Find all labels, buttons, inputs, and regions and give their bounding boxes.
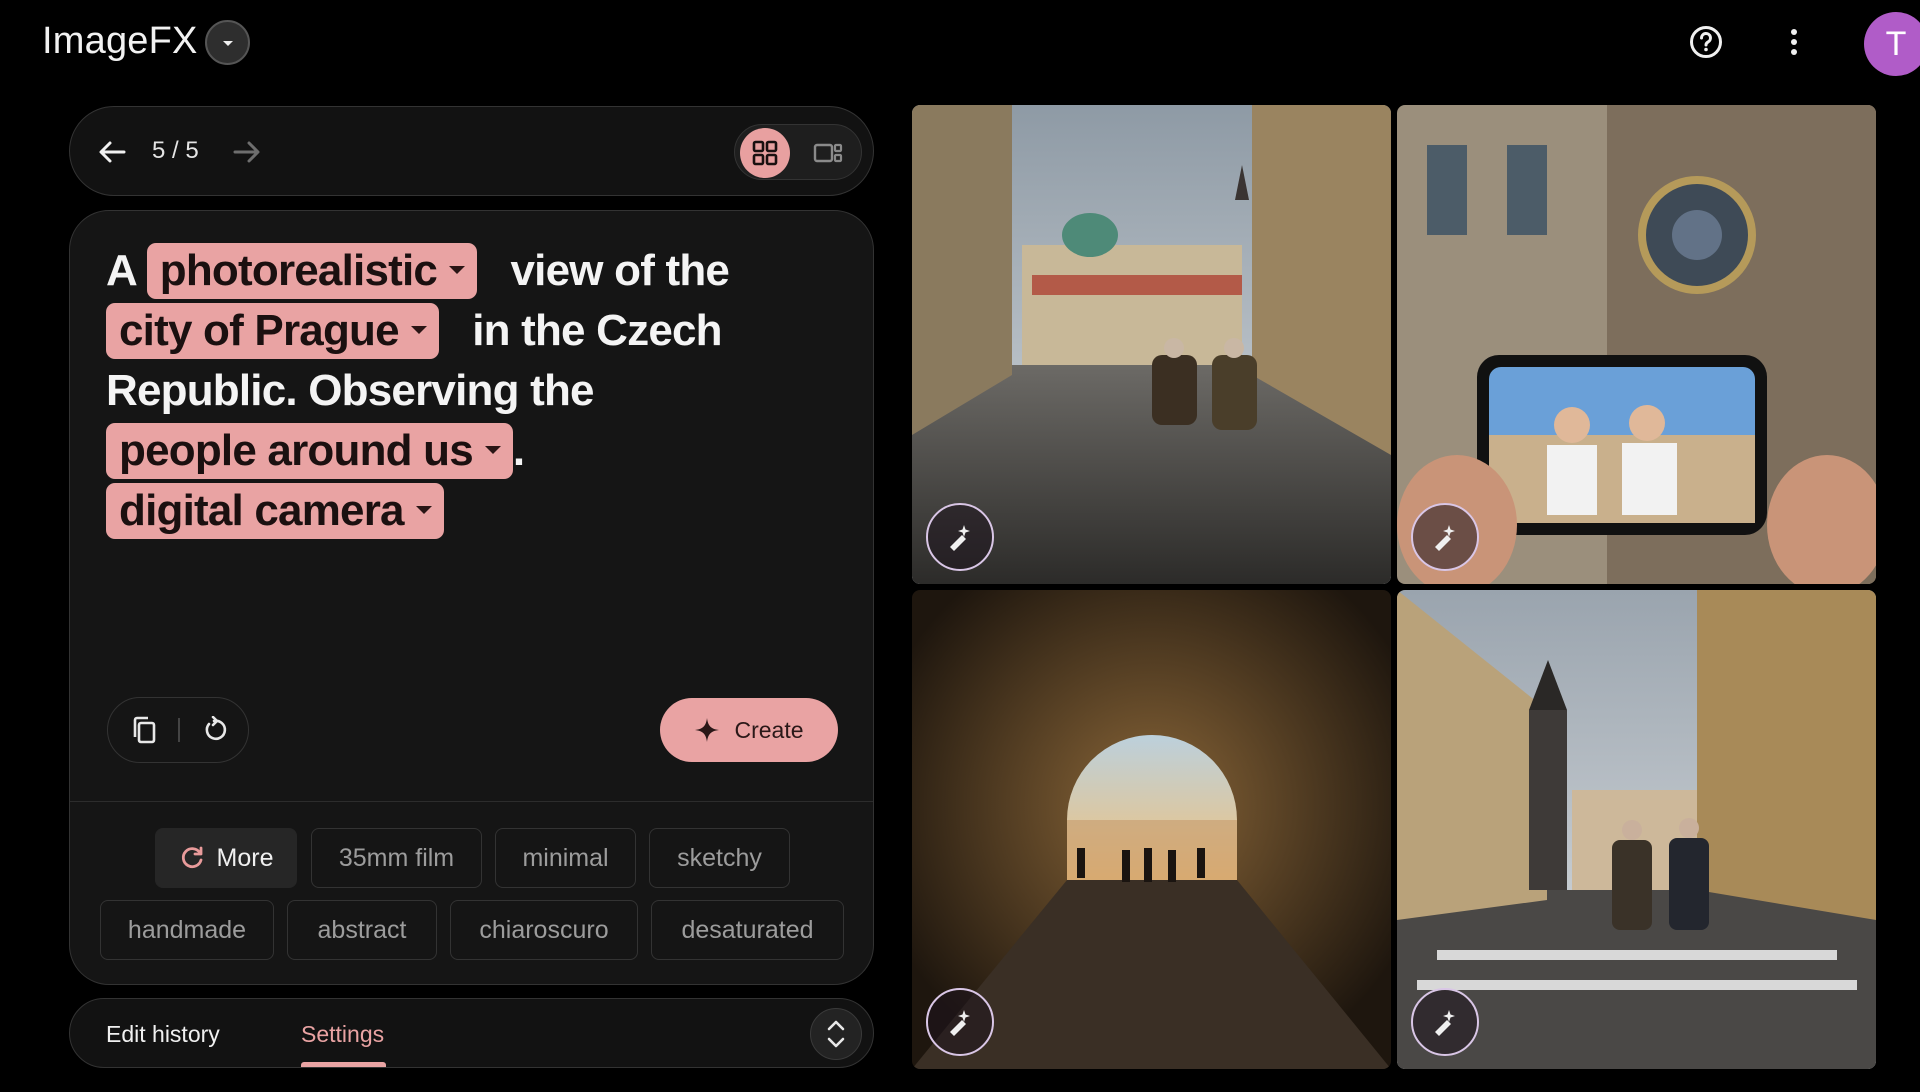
- reset-icon: [205, 716, 227, 741]
- expand-panel-button[interactable]: [810, 1008, 862, 1060]
- divider: [178, 718, 180, 742]
- prompt-card: A photorealistic view of the city of Pra…: [69, 210, 874, 985]
- next-button[interactable]: [225, 130, 269, 174]
- sparkle-icon: [695, 718, 720, 742]
- generated-image-2[interactable]: [1397, 105, 1876, 584]
- prompt-fragment: .: [512, 426, 525, 475]
- create-label: Create: [734, 716, 804, 743]
- unfold-icon: [827, 1020, 845, 1048]
- chevron-down-icon: [449, 266, 466, 275]
- more-label: More: [216, 843, 274, 872]
- prompt-chip-style[interactable]: photorealistic: [146, 243, 478, 299]
- chip-label: people around us: [119, 426, 474, 475]
- chip-label: photorealistic: [159, 246, 438, 295]
- magic-edit-icon: [1435, 525, 1455, 551]
- avatar[interactable]: T: [1864, 12, 1920, 76]
- magic-edit-icon: [1435, 1010, 1455, 1036]
- previous-button[interactable]: [90, 130, 134, 174]
- chevron-down-icon: [415, 506, 432, 515]
- grid-icon: [752, 140, 778, 166]
- prompt-fragment: A: [106, 246, 136, 295]
- generated-image-3[interactable]: [912, 590, 1391, 1069]
- suggestion-chip[interactable]: minimal: [495, 828, 636, 888]
- bottom-tabs: Edit history Settings: [69, 998, 874, 1068]
- generated-image-1[interactable]: [912, 105, 1391, 584]
- chip-label: digital camera: [119, 486, 405, 535]
- arrow-left-icon: [99, 141, 126, 163]
- more-options-button[interactable]: [1774, 22, 1814, 62]
- prompt-chip-camera[interactable]: digital camera: [106, 483, 444, 539]
- suggestions: More 35mm film minimal sketchy handmade …: [70, 801, 873, 984]
- edit-image-button[interactable]: [1411, 988, 1479, 1056]
- help-button[interactable]: [1686, 22, 1726, 62]
- suggestion-chip[interactable]: abstract: [287, 900, 437, 960]
- suggestion-chip[interactable]: desaturated: [651, 900, 844, 960]
- app-header: ImageFX T: [0, 0, 1920, 86]
- copy-prompt-button[interactable]: [124, 710, 164, 750]
- chevron-down-icon: [222, 40, 233, 46]
- active-tab-indicator: [301, 1062, 386, 1067]
- prompt-chip-subject[interactable]: city of Prague: [106, 303, 439, 359]
- prompt-fragment: view of the: [510, 246, 730, 295]
- tab-settings[interactable]: Settings: [301, 1021, 384, 1048]
- suggestion-chip[interactable]: handmade: [100, 900, 274, 960]
- grid-view-button[interactable]: [740, 128, 790, 178]
- copy-icon: [133, 716, 156, 744]
- magic-edit-icon: [950, 1010, 970, 1036]
- arrow-right-icon: [233, 141, 260, 163]
- magic-edit-icon: [950, 525, 970, 551]
- help-circle-icon: [1690, 26, 1722, 58]
- single-view-button[interactable]: [803, 128, 853, 178]
- suggestion-chip[interactable]: 35mm film: [311, 828, 482, 888]
- prompt-chip-people[interactable]: people around us: [106, 423, 513, 479]
- history-navigation: 5 / 5: [69, 106, 874, 196]
- app-switcher-button[interactable]: [205, 20, 250, 65]
- edit-image-button[interactable]: [926, 503, 994, 571]
- history-counter: 5 / 5: [152, 137, 199, 164]
- edit-image-button[interactable]: [926, 988, 994, 1056]
- single-view-icon: [813, 143, 843, 163]
- more-suggestions-button[interactable]: More: [155, 828, 297, 888]
- refresh-icon: [181, 846, 202, 869]
- chevron-down-icon: [484, 446, 501, 455]
- create-button[interactable]: Create: [660, 698, 838, 762]
- tab-edit-history[interactable]: Edit history: [106, 1021, 220, 1048]
- suggestion-chip[interactable]: sketchy: [649, 828, 790, 888]
- prompt-tools: [107, 697, 249, 763]
- view-toggle: [734, 124, 862, 180]
- prompt-text[interactable]: A photorealistic view of the city of Pra…: [106, 241, 826, 541]
- chip-label: city of Prague: [119, 306, 400, 355]
- reset-prompt-button[interactable]: [194, 710, 234, 750]
- suggestion-chip[interactable]: chiaroscuro: [450, 900, 638, 960]
- edit-image-button[interactable]: [1411, 503, 1479, 571]
- generated-image-4[interactable]: [1397, 590, 1876, 1069]
- app-title: ImageFX: [42, 20, 198, 62]
- chevron-down-icon: [410, 326, 427, 335]
- more-vert-icon: [1791, 29, 1797, 55]
